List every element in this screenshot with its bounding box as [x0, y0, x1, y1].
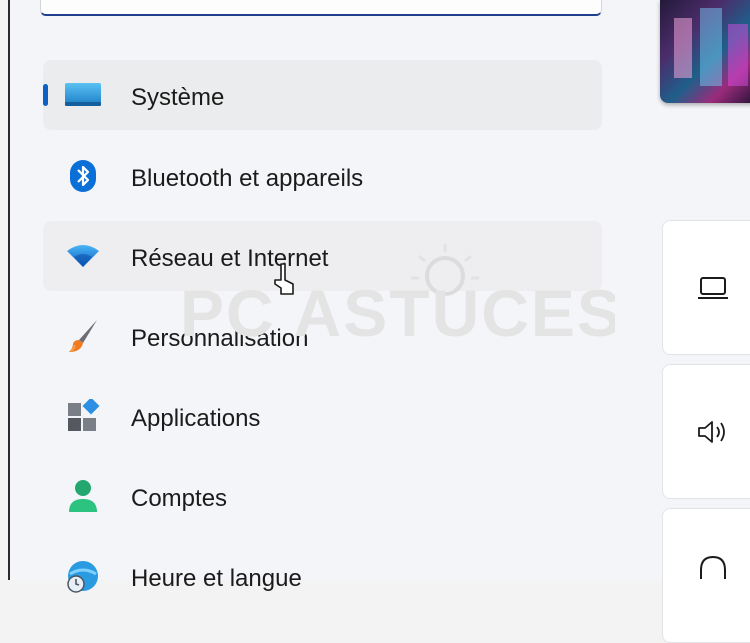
- mouse-cursor: [271, 262, 301, 302]
- sidebar-item-systeme[interactable]: Système: [43, 60, 602, 130]
- globe-clock-icon: [63, 561, 103, 593]
- sidebar-item-label: Heure et langue: [131, 565, 302, 592]
- sidebar-item-label: Personnalisation: [131, 325, 309, 352]
- selection-indicator: [43, 84, 48, 106]
- wallpaper-preview[interactable]: [660, 0, 750, 103]
- sidebar-item-label: Comptes: [131, 485, 228, 512]
- device-card-sound[interactable]: [662, 364, 750, 499]
- sidebar-item-bluetooth[interactable]: Bluetooth et appareils: [43, 141, 602, 211]
- sidebar-item-heure-langue[interactable]: Heure et langue: [43, 541, 602, 611]
- device-card-headphones[interactable]: [662, 508, 750, 643]
- apps-icon: [63, 399, 103, 431]
- user-icon: [63, 480, 103, 512]
- monitor-icon: [63, 80, 103, 110]
- search-box[interactable]: [40, 0, 602, 16]
- sidebar-item-label: Applications: [131, 405, 261, 432]
- speaker-icon: [696, 417, 730, 447]
- sidebar-item-label: Bluetooth et appareils: [131, 165, 364, 192]
- wifi-icon: [63, 241, 103, 271]
- laptop-icon: [696, 273, 730, 303]
- settings-window: Système Bluetooth et appareils Réseau et…: [8, 0, 750, 643]
- sidebar-item-applications[interactable]: Applications: [43, 381, 602, 451]
- paintbrush-icon: [63, 320, 103, 352]
- sidebar-item-reseau[interactable]: Réseau et Internet: [43, 221, 602, 291]
- sidebar-item-label: Système: [131, 84, 225, 111]
- device-card-laptop[interactable]: [662, 220, 750, 355]
- sidebar-item-comptes[interactable]: Comptes: [43, 461, 602, 531]
- bluetooth-icon: [63, 160, 103, 192]
- sidebar-item-personnalisation[interactable]: Personnalisation: [43, 301, 602, 371]
- headphones-icon: [696, 553, 730, 583]
